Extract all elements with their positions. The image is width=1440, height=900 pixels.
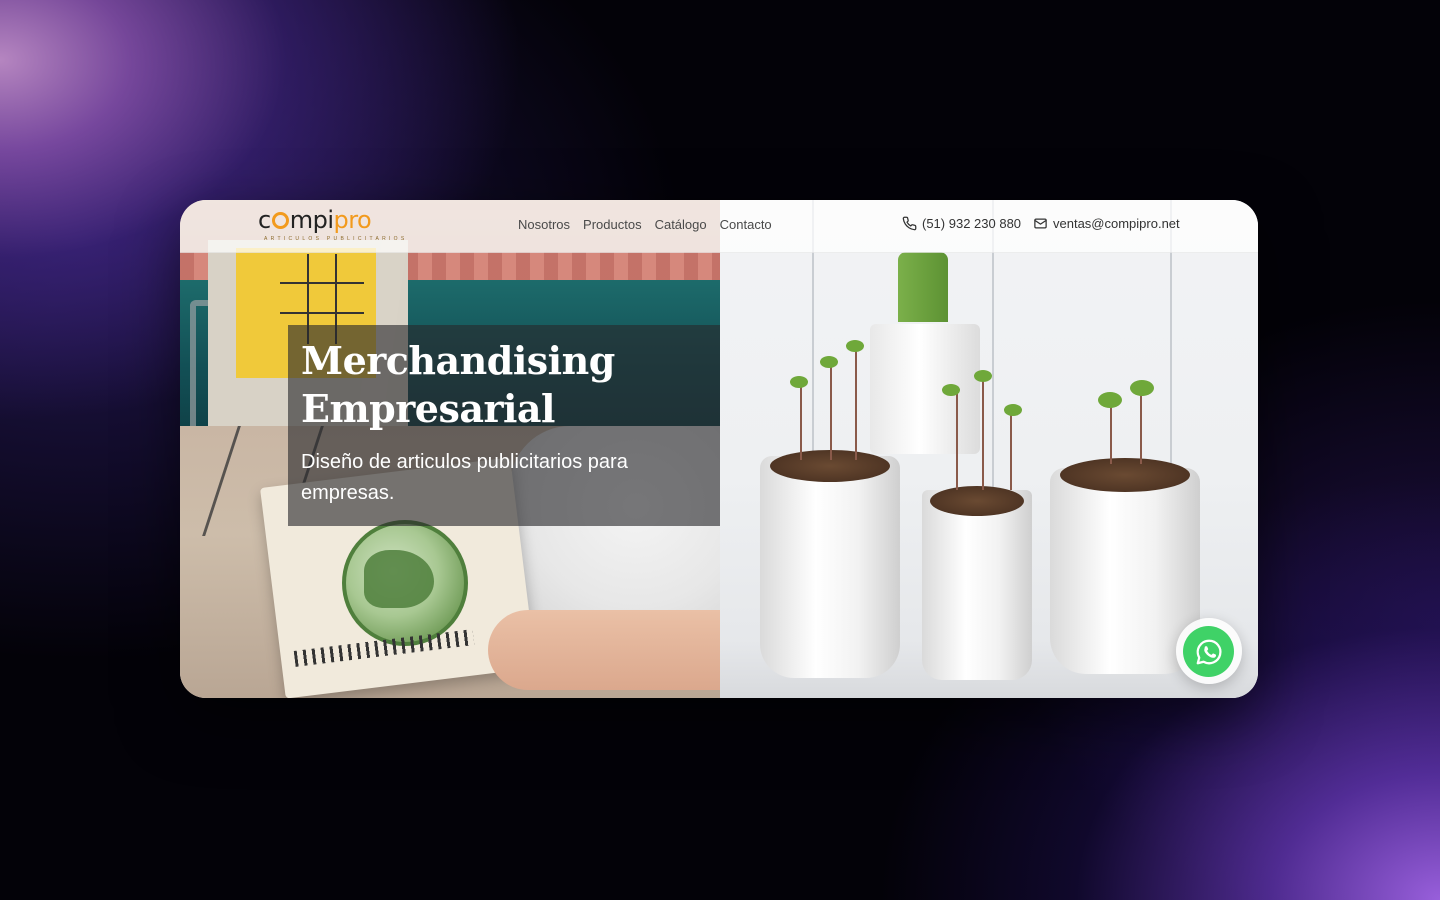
sprout-leaf bbox=[1130, 380, 1154, 396]
whatsapp-icon bbox=[1196, 639, 1221, 664]
contact-phone-link[interactable]: (51) 932 230 880 bbox=[902, 216, 1021, 231]
hero-title: Merchandising Empresarial bbox=[301, 337, 708, 433]
sprout-leaf bbox=[790, 376, 808, 388]
soil bbox=[1060, 458, 1190, 492]
hyacinth-pot bbox=[870, 324, 980, 454]
sprout-leaf bbox=[1098, 392, 1122, 408]
sprout-leaf bbox=[1004, 404, 1022, 416]
soil bbox=[930, 486, 1024, 516]
hyacinth-leaves bbox=[898, 252, 948, 322]
child-arm bbox=[488, 610, 720, 690]
sprout-leaf bbox=[942, 384, 960, 396]
website-preview: c mpipro ARTICULOS PUBLICITARIOS Nosotros… bbox=[180, 200, 1258, 698]
sprout-stem bbox=[1010, 410, 1012, 490]
whatsapp-button[interactable] bbox=[1183, 626, 1234, 677]
site-header: c mpipro ARTICULOS PUBLICITARIOS Nosotros… bbox=[180, 200, 1258, 253]
plant-pot bbox=[922, 490, 1032, 680]
sprout-stem bbox=[1110, 400, 1112, 464]
sprout-leaf bbox=[846, 340, 864, 352]
plant-pot bbox=[760, 456, 900, 678]
nav-link-productos[interactable]: Productos bbox=[583, 217, 642, 232]
sprout-stem bbox=[800, 380, 802, 460]
logo-tagline: ARTICULOS PUBLICITARIOS bbox=[264, 236, 408, 242]
logo-wordmark: c mpipro bbox=[258, 206, 372, 234]
hero-subtitle: Diseño de articulos publicitarios para e… bbox=[301, 451, 628, 504]
hero-title-line-1: Merchandising bbox=[301, 338, 615, 383]
contact-phone-text: (51) 932 230 880 bbox=[922, 216, 1022, 231]
contact-email-link[interactable]: ventas@compipro.net bbox=[1033, 216, 1180, 231]
sprout-stem bbox=[830, 360, 832, 460]
main-nav: Nosotros Productos Catálogo Contacto bbox=[518, 217, 772, 232]
nav-link-contacto[interactable]: Contacto bbox=[720, 217, 772, 232]
mail-icon bbox=[1034, 218, 1047, 229]
nav-link-catalogo[interactable]: Catálogo bbox=[655, 217, 707, 232]
contact-email-text: ventas@compipro.net bbox=[1053, 216, 1180, 231]
sprout-leaf bbox=[974, 370, 992, 382]
hero-title-line-2: Empresarial bbox=[301, 386, 555, 431]
hero-text-box: Merchandising Empresarial Diseño de arti… bbox=[288, 325, 720, 526]
sprout-stem bbox=[982, 375, 984, 490]
sprout-stem bbox=[956, 390, 958, 490]
sprout-stem bbox=[855, 350, 857, 460]
sprout-stem bbox=[1140, 390, 1142, 464]
logo[interactable]: c mpipro ARTICULOS PUBLICITARIOS bbox=[258, 206, 404, 246]
hero-image-right bbox=[720, 200, 1258, 698]
phone-icon bbox=[902, 216, 917, 231]
sprout-leaf bbox=[820, 356, 838, 368]
whatsapp-button-ring bbox=[1176, 618, 1242, 684]
nav-link-nosotros[interactable]: Nosotros bbox=[518, 217, 570, 232]
